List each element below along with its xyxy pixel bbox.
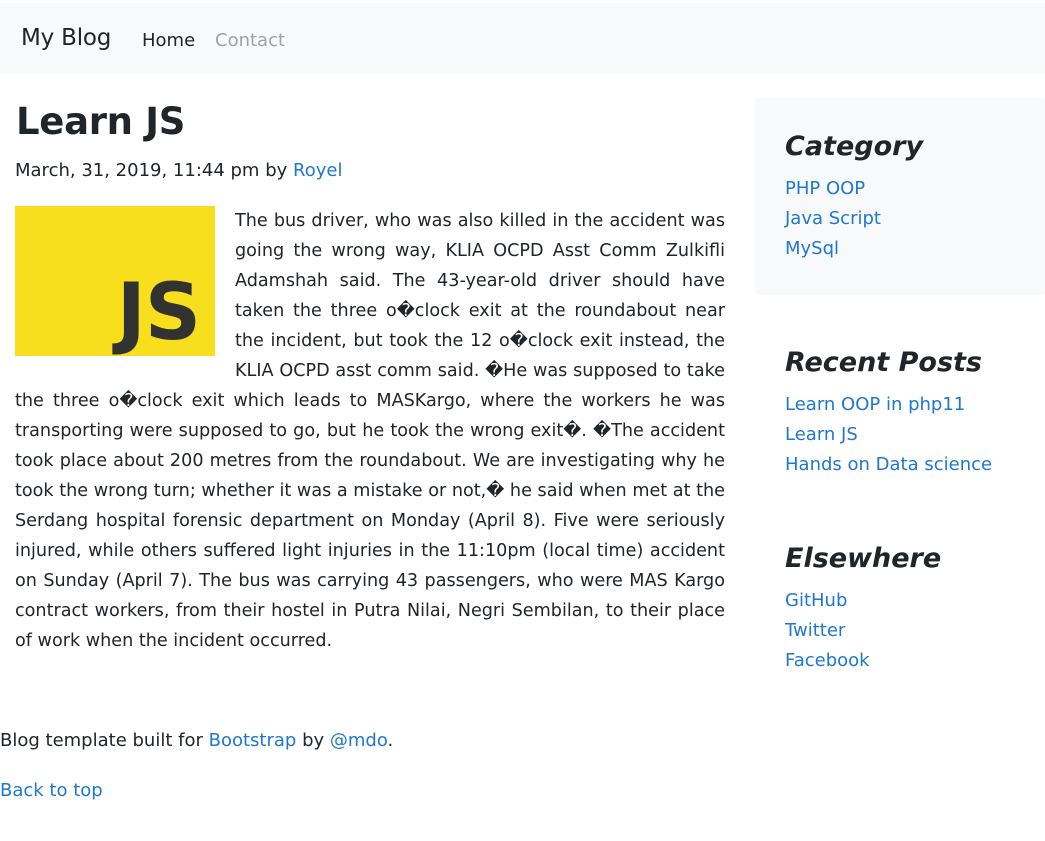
post-date: March, 31, 2019, 11:44 pm (15, 160, 260, 181)
facebook-link[interactable]: Facebook (785, 650, 870, 671)
recent-post-link[interactable]: Learn JS (785, 424, 858, 445)
category-link-php-oop[interactable]: PHP OOP (785, 178, 865, 199)
category-link-mysql[interactable]: MySql (785, 238, 839, 259)
brand-link[interactable]: My Blog (21, 25, 111, 51)
category-link-java-script[interactable]: Java Script (785, 208, 881, 229)
footer-by: by (302, 730, 325, 751)
bootstrap-link[interactable]: Bootstrap (209, 730, 297, 751)
category-heading: Category (785, 131, 924, 162)
mdo-link[interactable]: @mdo (330, 730, 388, 751)
footer-suffix: . (387, 730, 394, 751)
js-logo-image: JS (15, 206, 215, 356)
js-logo-text: JS (116, 268, 201, 358)
post-meta: March, 31, 2019, 11:44 pm by Royel (15, 160, 342, 181)
recent-post-link[interactable]: Hands on Data science (785, 454, 992, 475)
back-to-top-link[interactable]: Back to top (0, 780, 103, 801)
nav-home-link[interactable]: Home (142, 30, 195, 51)
github-link[interactable]: GitHub (785, 590, 847, 611)
nav-contact-link[interactable]: Contact (215, 30, 285, 51)
recent-post-link[interactable]: Learn OOP in php11 (785, 394, 965, 415)
navbar: My Blog Home Contact (0, 3, 1045, 73)
post-by: by (265, 160, 288, 181)
twitter-link[interactable]: Twitter (785, 620, 845, 641)
post-title: Learn JS (16, 100, 186, 143)
footer-credit: Blog template built for Bootstrap by @md… (0, 730, 393, 751)
post-author-link[interactable]: Royel (293, 160, 342, 181)
elsewhere-heading: Elsewhere (785, 543, 942, 574)
footer-prefix: Blog template built for (0, 730, 203, 751)
post-body: JS The bus driver, who was also killed i… (15, 206, 725, 656)
recent-posts-heading: Recent Posts (785, 347, 982, 378)
